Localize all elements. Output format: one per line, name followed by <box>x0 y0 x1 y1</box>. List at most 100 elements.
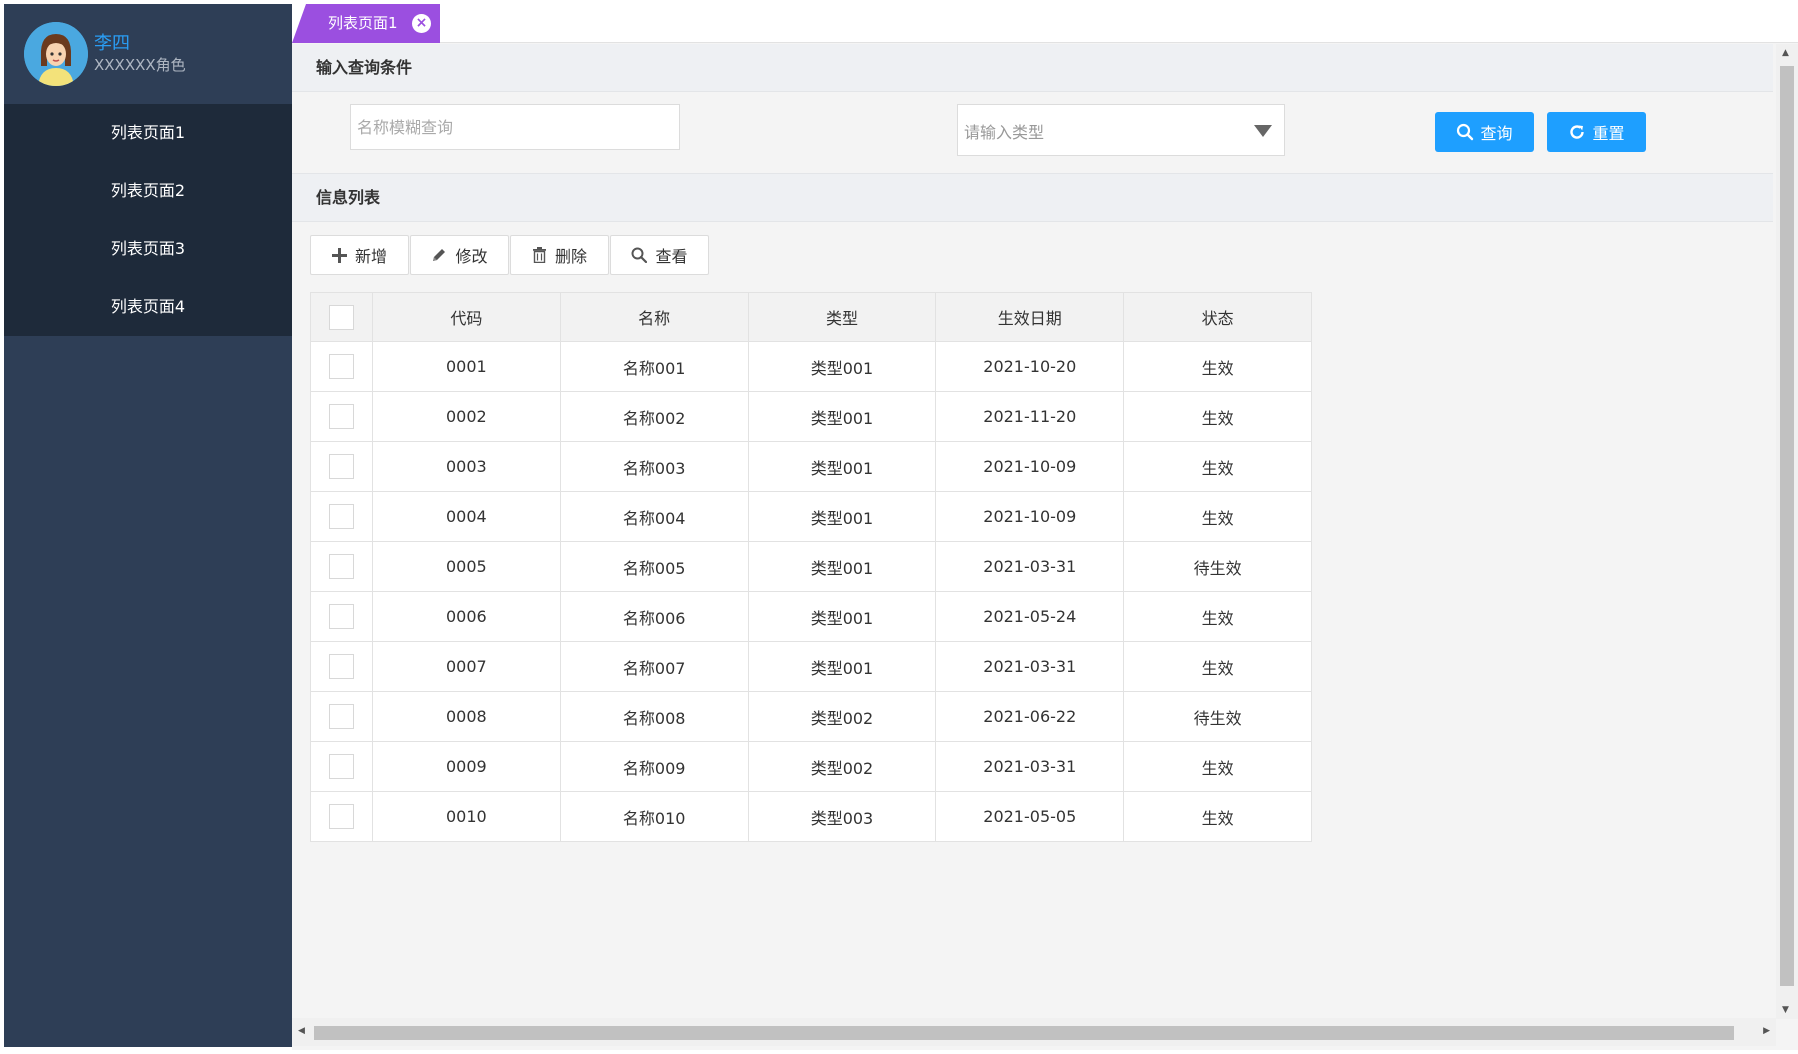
close-icon[interactable]: × <box>412 14 431 33</box>
table-row[interactable]: 0010 名称010 类型003 2021-05-05 生效 <box>310 791 1312 842</box>
list-toolbar: 新增 修改 删除 查看 <box>292 222 1773 289</box>
reset-button[interactable]: 重置 <box>1547 112 1646 152</box>
delete-button-label: 删除 <box>554 247 587 266</box>
delete-button[interactable]: 删除 <box>510 235 609 275</box>
cell-type: 类型003 <box>747 791 937 842</box>
column-header-status[interactable]: 状态 <box>1123 292 1312 342</box>
cell-status: 生效 <box>1123 741 1312 792</box>
row-checkbox[interactable] <box>328 654 354 679</box>
vertical-scroll-thumb[interactable] <box>1780 66 1794 986</box>
row-checkbox[interactable] <box>328 704 354 729</box>
add-button[interactable]: 新增 <box>310 235 409 275</box>
cell-type: 类型001 <box>747 641 937 692</box>
user-name: 李四 <box>94 33 130 54</box>
cell-effective-date: 2021-03-31 <box>935 741 1125 792</box>
cell-code: 0008 <box>371 691 561 742</box>
table-row[interactable]: 0001 名称001 类型001 2021-10-20 生效 <box>310 341 1312 392</box>
table-row[interactable]: 0007 名称007 类型001 2021-03-31 生效 <box>310 641 1312 692</box>
cell-effective-date: 2021-11-20 <box>935 391 1125 442</box>
cell-status: 待生效 <box>1123 541 1312 592</box>
scroll-left-icon[interactable]: ◀ <box>298 1026 305 1036</box>
view-button[interactable]: 查看 <box>610 235 709 275</box>
tab-bar: 列表页面1 × <box>292 4 1798 43</box>
avatar[interactable] <box>24 22 88 86</box>
cell-status: 生效 <box>1123 391 1312 442</box>
sidebar-item-list-page-3[interactable]: 列表页面3 <box>4 220 292 278</box>
scroll-down-icon[interactable]: ▼ <box>1782 1005 1789 1015</box>
cell-code: 0005 <box>371 541 561 592</box>
cell-type: 类型001 <box>747 341 937 392</box>
view-button-label: 查看 <box>655 247 688 266</box>
cell-type: 类型001 <box>747 491 937 542</box>
sidebar-item-list-page-2[interactable]: 列表页面2 <box>4 162 292 220</box>
cell-effective-date: 2021-10-20 <box>935 341 1125 392</box>
cell-effective-date: 2021-10-09 <box>935 491 1125 542</box>
cell-name: 名称008 <box>559 691 749 742</box>
cell-effective-date: 2021-03-31 <box>935 541 1125 592</box>
horizontal-scrollbar[interactable]: ◀ ▶ <box>292 1018 1776 1046</box>
table-row[interactable]: 0002 名称002 类型001 2021-11-20 生效 <box>310 391 1312 442</box>
row-select-cell <box>310 741 373 792</box>
table-row[interactable]: 0008 名称008 类型002 2021-06-22 待生效 <box>310 691 1312 742</box>
edit-button[interactable]: 修改 <box>410 235 509 275</box>
row-select-cell <box>310 441 373 492</box>
list-section-title: 信息列表 <box>292 174 1773 222</box>
cell-code: 0009 <box>371 741 561 792</box>
cell-effective-date: 2021-10-09 <box>935 441 1125 492</box>
row-checkbox[interactable] <box>328 454 354 479</box>
row-select-cell <box>310 491 373 542</box>
vertical-scrollbar[interactable]: ▲ ▼ <box>1776 44 1798 1019</box>
scroll-up-icon[interactable]: ▲ <box>1782 48 1789 58</box>
search-button[interactable]: 查询 <box>1435 112 1534 152</box>
row-checkbox[interactable] <box>328 554 354 579</box>
cell-code: 0007 <box>371 641 561 692</box>
select-all-cell <box>310 292 373 342</box>
cell-code: 0010 <box>371 791 561 842</box>
row-select-cell <box>310 791 373 842</box>
cell-status: 生效 <box>1123 791 1312 842</box>
cell-code: 0003 <box>371 441 561 492</box>
cell-type: 类型001 <box>747 391 937 442</box>
column-header-name[interactable]: 名称 <box>559 292 749 342</box>
row-checkbox[interactable] <box>328 754 354 779</box>
horizontal-scroll-thumb[interactable] <box>314 1026 1734 1040</box>
row-checkbox[interactable] <box>328 804 354 829</box>
name-search-input[interactable] <box>350 104 680 150</box>
table-row[interactable]: 0006 名称006 类型001 2021-05-24 生效 <box>310 591 1312 642</box>
column-header-effective-date[interactable]: 生效日期 <box>935 292 1125 342</box>
type-select-placeholder: 请输入类型 <box>964 123 1045 142</box>
select-all-checkbox[interactable] <box>328 304 354 330</box>
row-checkbox[interactable] <box>328 604 354 629</box>
query-section-title: 输入查询条件 <box>292 44 1773 92</box>
user-panel: 李四 XXXXXX角色 <box>4 4 292 104</box>
cell-name: 名称009 <box>559 741 749 792</box>
search-icon <box>1457 123 1474 141</box>
column-header-code[interactable]: 代码 <box>371 292 561 342</box>
cell-name: 名称002 <box>559 391 749 442</box>
sidebar-item-list-page-1[interactable]: 列表页面1 <box>4 104 292 162</box>
cell-type: 类型001 <box>747 591 937 642</box>
tab-list-page-1[interactable]: 列表页面1 × <box>292 4 440 43</box>
cell-type: 类型002 <box>747 691 937 742</box>
row-checkbox[interactable] <box>328 354 354 379</box>
table-row[interactable]: 0004 名称004 类型001 2021-10-09 生效 <box>310 491 1312 542</box>
row-checkbox[interactable] <box>328 504 354 529</box>
sidebar-item-list-page-4[interactable]: 列表页面4 <box>4 278 292 336</box>
cell-code: 0002 <box>371 391 561 442</box>
row-checkbox[interactable] <box>328 404 354 429</box>
table-row[interactable]: 0005 名称005 类型001 2021-03-31 待生效 <box>310 541 1312 592</box>
add-button-label: 新增 <box>354 247 387 266</box>
row-select-cell <box>310 541 373 592</box>
row-select-cell <box>310 591 373 642</box>
column-header-type[interactable]: 类型 <box>747 292 937 342</box>
cell-name: 名称006 <box>559 591 749 642</box>
table-row[interactable]: 0009 名称009 类型002 2021-03-31 生效 <box>310 741 1312 792</box>
sidebar-menu: 列表页面1 列表页面2 列表页面3 列表页面4 <box>4 104 292 336</box>
edit-button-label: 修改 <box>455 247 488 266</box>
scroll-right-icon[interactable]: ▶ <box>1763 1026 1770 1036</box>
search-button-label: 查询 <box>1480 124 1513 143</box>
cell-effective-date: 2021-05-24 <box>935 591 1125 642</box>
row-select-cell <box>310 641 373 692</box>
table-row[interactable]: 0003 名称003 类型001 2021-10-09 生效 <box>310 441 1312 492</box>
type-select[interactable]: 请输入类型 <box>957 104 1285 156</box>
